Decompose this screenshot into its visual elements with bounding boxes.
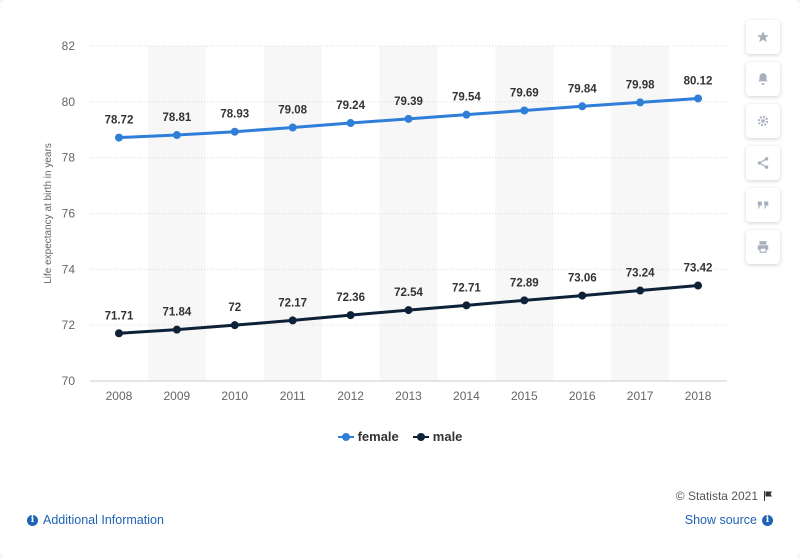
data-label-female: 79.39 xyxy=(394,96,423,108)
y-tick-label: 78 xyxy=(62,151,76,165)
x-tick-label: 2008 xyxy=(106,389,133,403)
legend-item-male[interactable]: male xyxy=(412,429,463,444)
y-tick-label: 82 xyxy=(62,39,76,53)
print-button[interactable] xyxy=(746,230,780,264)
data-point-male xyxy=(694,281,703,290)
data-point-male xyxy=(636,286,645,295)
show-source-label: Show source xyxy=(684,513,757,527)
legend-label-male: male xyxy=(432,429,463,444)
data-label-male: 72.17 xyxy=(278,297,307,309)
credits-text: © Statista 2021 xyxy=(675,489,758,503)
source-info-icon: i xyxy=(762,514,773,526)
data-label-male: 73.24 xyxy=(626,268,655,280)
side-toolbar xyxy=(746,20,780,272)
data-label-female: 78.81 xyxy=(162,112,191,124)
y-axis-title: Life expectancy at birth in years xyxy=(43,143,54,284)
share-button[interactable] xyxy=(746,146,780,180)
chart-legend: female male xyxy=(0,429,800,444)
data-label-female: 79.08 xyxy=(278,105,307,117)
flag-icon xyxy=(764,491,772,501)
x-tick-label: 2014 xyxy=(453,389,480,403)
x-tick-label: 2016 xyxy=(569,389,596,403)
data-label-female: 79.24 xyxy=(336,100,365,112)
credits[interactable]: © Statista 2021 xyxy=(676,489,774,503)
data-point-female xyxy=(114,133,123,142)
data-point-male xyxy=(114,329,123,338)
data-point-male xyxy=(172,325,181,334)
data-label-female: 78.93 xyxy=(220,109,249,121)
favorite-button[interactable] xyxy=(746,20,780,54)
share-icon xyxy=(757,157,769,169)
show-source-link[interactable]: Show source i xyxy=(685,513,773,527)
notification-button[interactable] xyxy=(746,62,780,96)
y-tick-label: 80 xyxy=(62,95,76,109)
legend-label-female: female xyxy=(357,429,399,444)
chart-card: 70 72 74 76 78 80 82 2008 2009 2010 2011 2012 2013 20… xyxy=(0,0,800,557)
data-label-female: 79.98 xyxy=(626,79,655,91)
data-point-female xyxy=(694,94,703,103)
data-label-male: 72.36 xyxy=(336,292,365,304)
print-icon xyxy=(757,241,769,253)
data-point-male xyxy=(346,311,355,320)
quote-icon xyxy=(757,201,769,209)
info-icon: i xyxy=(27,514,38,526)
x-tick-label: 2010 xyxy=(221,389,248,403)
settings-button[interactable] xyxy=(746,104,780,138)
data-point-male xyxy=(578,291,587,300)
additional-information-label: Additional Information xyxy=(43,513,164,527)
x-tick-label: 2018 xyxy=(685,389,712,403)
data-point-male xyxy=(404,306,413,315)
additional-information-link[interactable]: i Additional Information xyxy=(27,513,164,527)
cite-button[interactable] xyxy=(746,188,780,222)
star-icon xyxy=(757,31,769,43)
y-tick-label: 76 xyxy=(62,207,76,221)
legend-item-female[interactable]: female xyxy=(337,429,399,444)
data-label-male: 71.84 xyxy=(162,307,191,319)
data-label-female: 78.72 xyxy=(105,115,134,127)
y-tick-label: 74 xyxy=(62,262,76,276)
x-tick-label: 2017 xyxy=(627,389,654,403)
data-point-female xyxy=(404,114,413,123)
data-label-male: 72 xyxy=(228,302,241,314)
chart: 70 72 74 76 78 80 82 2008 2009 2010 2011 2012 2013 20… xyxy=(43,39,727,403)
x-tick-label: 2012 xyxy=(337,389,364,403)
data-label-female: 79.54 xyxy=(452,92,481,104)
data-label-male: 71.71 xyxy=(105,310,134,322)
data-point-female xyxy=(346,119,355,128)
data-point-male xyxy=(520,296,529,305)
y-tick-label: 70 xyxy=(62,374,76,388)
data-point-female xyxy=(172,131,181,140)
data-point-male xyxy=(288,316,297,325)
data-point-male xyxy=(230,321,239,330)
bell-icon xyxy=(758,73,768,85)
data-point-female xyxy=(230,127,239,136)
x-tick-label: 2015 xyxy=(511,389,538,403)
data-label-male: 72.71 xyxy=(452,282,481,294)
y-tick-label: 72 xyxy=(62,318,76,332)
legend-symbol-male xyxy=(412,432,429,442)
data-point-female xyxy=(288,123,297,132)
data-label-male: 73.06 xyxy=(568,273,597,285)
data-point-female xyxy=(462,110,471,119)
data-point-female xyxy=(636,98,645,107)
data-point-male xyxy=(462,301,471,310)
data-label-male: 73.42 xyxy=(684,263,713,275)
data-point-female xyxy=(578,102,587,111)
legend-symbol-female xyxy=(337,432,354,442)
x-tick-label: 2013 xyxy=(395,389,422,403)
data-label-female: 80.12 xyxy=(684,75,713,87)
x-tick-label: 2011 xyxy=(280,389,306,403)
data-point-female xyxy=(520,106,529,115)
data-label-female: 79.84 xyxy=(568,83,597,95)
data-label-male: 72.54 xyxy=(394,287,423,299)
data-label-male: 72.89 xyxy=(510,277,539,289)
data-label-female: 79.69 xyxy=(510,87,539,99)
x-tick-label: 2009 xyxy=(164,389,191,403)
gear-icon xyxy=(757,115,769,127)
